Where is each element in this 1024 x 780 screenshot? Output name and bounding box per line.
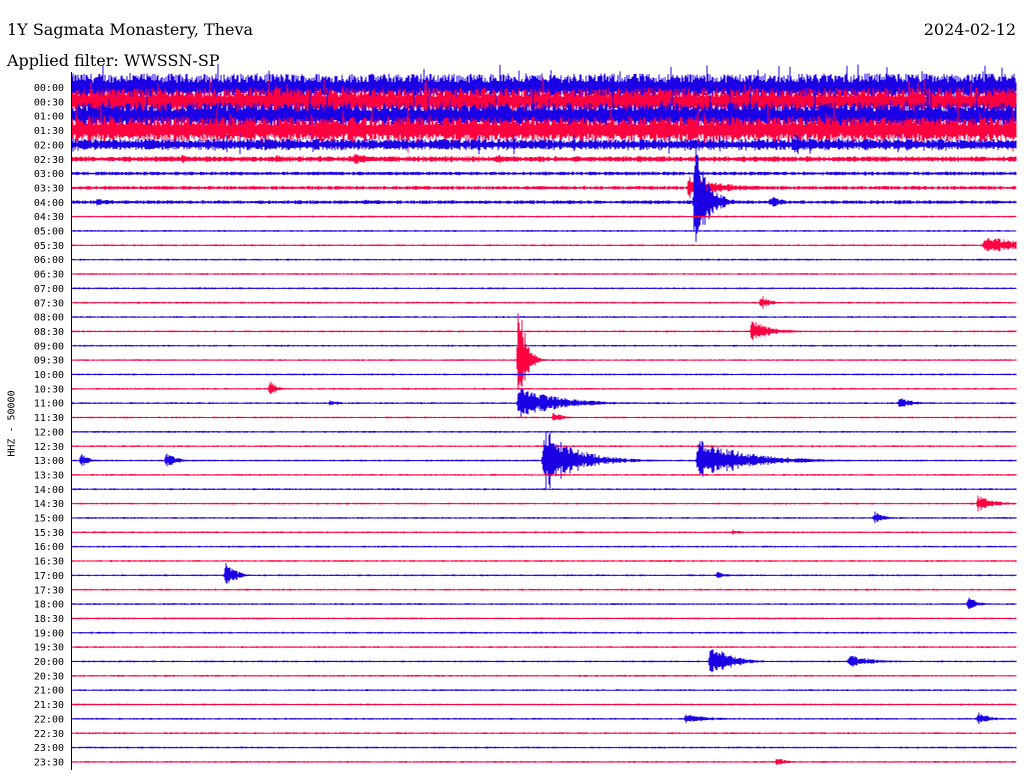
trace-row-1530	[71, 529, 1017, 535]
tick-label-1630: 16:30	[34, 557, 64, 568]
tick-label-2200: 22:00	[34, 714, 64, 725]
tick-label-0530: 05:30	[34, 241, 64, 252]
trace-row-0730	[71, 296, 1017, 309]
tick-label-1500: 15:00	[34, 514, 64, 525]
trace-row-1930	[71, 646, 1017, 649]
trace-row-1700	[71, 563, 1017, 584]
tick-label-1530: 15:30	[34, 528, 64, 539]
tick-label-1330: 13:30	[34, 470, 64, 481]
tick-label-0000: 00:00	[34, 83, 64, 94]
tick-label-0130: 01:30	[34, 126, 64, 137]
trace-row-0800	[71, 316, 1017, 319]
tick-label-0500: 05:00	[34, 227, 64, 238]
tick-label-2130: 21:30	[34, 700, 64, 711]
tick-label-0100: 01:00	[34, 112, 64, 123]
trace-row-2100	[71, 689, 1017, 692]
tick-label-1700: 17:00	[34, 571, 64, 582]
trace-row-1400	[71, 488, 1017, 491]
tick-label-2100: 21:00	[34, 686, 64, 697]
tick-label-1000: 10:00	[34, 370, 64, 381]
trace-row-0900	[71, 344, 1017, 347]
trace-row-0630	[71, 273, 1017, 275]
tick-label-2000: 20:00	[34, 657, 64, 668]
trace-row-0830	[71, 321, 1017, 341]
time-tick-labels: 00:00 00:30 01:00 01:30 02:00 02:30 03:00 03:30…	[34, 83, 64, 768]
seismic-traces	[71, 63, 1017, 765]
trace-row-1100	[71, 388, 1017, 417]
trace-row-1030	[71, 381, 1017, 394]
tick-label-1400: 14:00	[34, 485, 64, 496]
trace-row-0300	[71, 171, 1017, 176]
tick-label-1430: 14:30	[34, 499, 64, 510]
helicorder-plot: 00:00 00:30 01:00 01:30 02:00 02:30 03:00 03:30…	[34, 63, 1017, 770]
tick-label-1730: 17:30	[34, 585, 64, 596]
tick-label-0930: 09:30	[34, 356, 64, 367]
tick-label-1800: 18:00	[34, 600, 64, 611]
trace-row-0530	[71, 238, 1017, 252]
trace-row-2200	[71, 712, 1017, 725]
trace-row-1130	[71, 412, 1017, 421]
tick-label-1200: 12:00	[34, 427, 64, 438]
trace-row-2000	[71, 649, 1017, 673]
tick-label-0200: 02:00	[34, 140, 64, 151]
tick-label-2030: 20:30	[34, 671, 64, 682]
tick-label-0730: 07:30	[34, 298, 64, 309]
tick-label-2230: 22:30	[34, 729, 64, 740]
trace-row-0500	[71, 230, 1017, 232]
trace-row-1630	[71, 560, 1017, 562]
tick-label-0600: 06:00	[34, 255, 64, 266]
tick-label-1900: 19:00	[34, 628, 64, 639]
tick-label-0900: 09:00	[34, 341, 64, 352]
tick-label-0330: 03:30	[34, 183, 64, 194]
tick-label-0230: 02:30	[34, 155, 64, 166]
trace-row-0930	[71, 313, 1017, 390]
tick-label-1300: 13:00	[34, 456, 64, 467]
tick-label-1930: 19:30	[34, 643, 64, 654]
tick-label-0300: 03:00	[34, 169, 64, 180]
tick-label-1100: 11:00	[34, 399, 64, 410]
trace-row-1600	[71, 545, 1017, 548]
tick-label-0630: 06:30	[34, 270, 64, 281]
tick-label-0400: 04:00	[34, 198, 64, 209]
trace-row-0430	[71, 215, 1017, 218]
tick-label-0830: 08:30	[34, 327, 64, 338]
trace-row-1500	[71, 511, 1017, 523]
tick-label-2330: 23:30	[34, 757, 64, 768]
trace-row-0400	[71, 148, 1017, 242]
tick-label-0800: 08:00	[34, 313, 64, 324]
trace-row-1800	[71, 597, 1017, 609]
trace-row-2300	[71, 746, 1017, 749]
trace-row-1200	[71, 430, 1017, 433]
tick-label-1600: 16:00	[34, 542, 64, 553]
tick-label-1830: 18:30	[34, 614, 64, 625]
trace-row-0700	[71, 287, 1017, 290]
tick-label-1130: 11:30	[34, 413, 64, 424]
trace-row-1830	[71, 617, 1017, 620]
trace-row-1300	[71, 431, 1017, 489]
trace-row-1000	[71, 373, 1017, 376]
trace-row-0330	[71, 176, 1017, 199]
tick-label-0430: 04:30	[34, 212, 64, 223]
tick-label-1230: 12:30	[34, 442, 64, 453]
tick-label-0700: 07:00	[34, 284, 64, 295]
trace-row-0600	[71, 258, 1017, 261]
trace-row-1330	[71, 474, 1017, 476]
trace-row-1900	[71, 631, 1017, 634]
tick-label-1030: 10:30	[34, 384, 64, 395]
tick-label-0030: 00:30	[34, 97, 64, 108]
trace-row-1430	[71, 495, 1017, 512]
trace-row-2030	[71, 674, 1017, 677]
trace-row-2330	[71, 758, 1017, 765]
trace-row-1730	[71, 588, 1017, 591]
trace-row-0230	[71, 154, 1017, 164]
trace-row-2230	[71, 732, 1017, 735]
trace-row-2130	[71, 703, 1017, 706]
tick-label-2300: 23:00	[34, 743, 64, 754]
